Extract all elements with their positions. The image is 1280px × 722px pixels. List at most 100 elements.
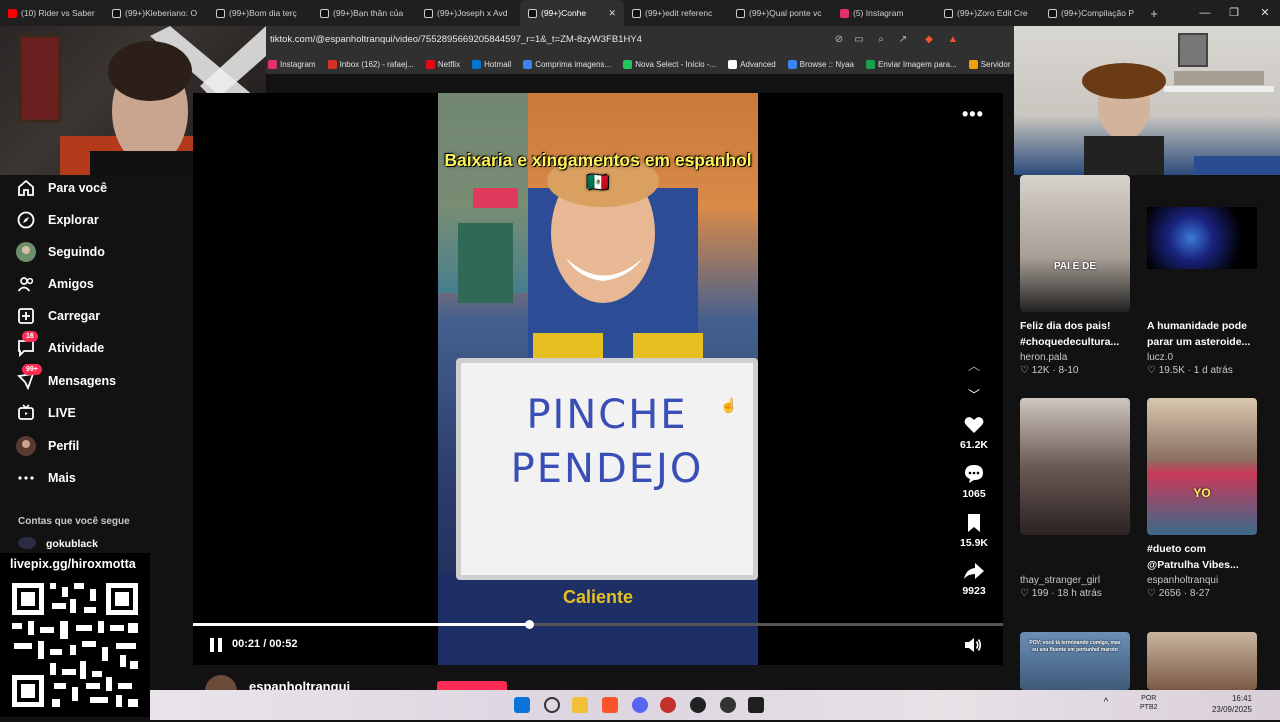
bookmark-item[interactable]: Nova Select - Início -... xyxy=(623,59,717,69)
sidebar-item-seguindo[interactable]: Seguindo xyxy=(16,240,105,264)
recommended-video[interactable]: POV: você tá terminando comigo, mas eu s… xyxy=(1020,632,1132,690)
chevron-up-icon[interactable]: ︿ xyxy=(965,357,983,375)
obs-icon[interactable] xyxy=(690,697,706,713)
post-date: 1 d atrás xyxy=(1193,365,1233,376)
windows-start-icon[interactable] xyxy=(514,697,530,713)
browser-tab[interactable]: (99+)Qual ponte vc xyxy=(728,0,832,26)
share-button[interactable]: 9923 xyxy=(950,560,998,597)
zoom-icon[interactable]: ⌕ xyxy=(874,33,888,47)
volume-icon[interactable] xyxy=(964,637,982,653)
brave-rewards-icon[interactable]: ▲ xyxy=(946,33,960,47)
bookmark-item[interactable]: Servidor xyxy=(968,59,1011,69)
video-thumbnail[interactable] xyxy=(1147,175,1257,312)
video-stats: ♡ 199 · 18 h atrás xyxy=(1020,588,1132,599)
video-author[interactable]: espanholtranqui xyxy=(1147,575,1259,586)
system-clock[interactable]: 16:41 23/09/2025 xyxy=(1206,693,1252,715)
recommended-video[interactable]: A humanidade pode parar um asteroide... l… xyxy=(1147,175,1259,376)
video-title[interactable]: #dueto com @Patrulha Vibes... xyxy=(1147,541,1259,573)
keyboard-language[interactable]: POR PTB2 xyxy=(1140,694,1158,712)
picture-in-picture-icon[interactable]: ▭ xyxy=(852,33,866,47)
app-icon[interactable] xyxy=(720,697,736,713)
clock-time: 16:41 xyxy=(1231,694,1252,703)
browser-tab[interactable]: (99+)Bom dia terç xyxy=(208,0,312,26)
recommended-video[interactable]: thay_stranger_girl ♡ 199 · 18 h atrás xyxy=(1020,398,1132,599)
address-bar[interactable]: tiktok.com/@espanholtranqui/video/755289… xyxy=(266,26,1014,54)
terminal-icon[interactable] xyxy=(748,697,764,713)
recommended-video[interactable]: PAI É DE Feliz dia dos pais! #choquedecul… xyxy=(1020,175,1132,376)
bookmark-item[interactable]: Netflix xyxy=(425,59,460,69)
following-account-name[interactable]: gokublack xyxy=(46,538,98,550)
sidebar-item-explorar[interactable]: Explorar xyxy=(16,208,99,232)
discord-icon[interactable] xyxy=(632,697,648,713)
bookmark-label: Nova Select - Início -... xyxy=(635,59,717,69)
no-cast-icon[interactable]: ⊘ xyxy=(832,33,846,47)
sidebar-item-amigos[interactable]: Amigos xyxy=(16,272,94,296)
bookmark-item[interactable]: Advanced xyxy=(728,59,776,69)
video-title[interactable]: A humanidade pode parar um asteroide... xyxy=(1147,318,1259,350)
progress-bar[interactable] xyxy=(193,620,1003,629)
browser-tab[interactable]: (99+)Kleberiano: O xyxy=(104,0,208,26)
pause-icon[interactable] xyxy=(208,637,224,653)
save-button[interactable]: 15.9K xyxy=(950,512,998,549)
bookmark-item[interactable]: Inbox (162) - rafaej... xyxy=(327,59,414,69)
sidebar-item-perfil[interactable]: Perfil xyxy=(16,434,79,458)
comment-button[interactable]: 1065 xyxy=(950,463,998,500)
tray-chevron-icon[interactable]: ^ xyxy=(1098,697,1114,713)
minimize-icon[interactable]: — xyxy=(1190,0,1220,26)
new-tab-button[interactable]: + xyxy=(1144,6,1164,21)
bookmark-item[interactable]: Browse :: Nyaa xyxy=(787,59,854,69)
browser-tab[interactable]: (5) Instagram xyxy=(832,0,936,26)
sidebar-item-atividade[interactable]: 16 Atividade xyxy=(16,331,104,360)
bookmark-item[interactable]: Hotmail xyxy=(472,59,512,69)
video-thumbnail[interactable]: YO xyxy=(1147,398,1257,535)
video-thumbnail[interactable] xyxy=(1020,398,1130,535)
bookmark-item[interactable]: Instagram xyxy=(268,59,316,69)
following-account-avatar[interactable] xyxy=(18,537,36,549)
video-author[interactable]: thay_stranger_girl xyxy=(1020,575,1132,586)
share-page-icon[interactable]: ↗ xyxy=(896,33,910,47)
sidebar-item-carregar[interactable]: Carregar xyxy=(16,304,100,328)
browser-tab[interactable]: (10) Rider vs Saber xyxy=(0,0,104,26)
maximize-icon[interactable]: ❐ xyxy=(1219,0,1249,26)
chevron-down-icon[interactable]: ﹀ xyxy=(965,386,983,404)
brave-browser-icon[interactable] xyxy=(602,697,618,713)
video-author[interactable]: lucz.0 xyxy=(1147,352,1259,363)
video-thumbnail[interactable] xyxy=(1147,632,1257,690)
notification-badge: 99+ xyxy=(22,364,42,375)
tab-close-icon[interactable]: ✕ xyxy=(608,8,616,19)
sidebar-item-mensagens[interactable]: 99+ Mensagens xyxy=(16,364,116,393)
video-title[interactable] xyxy=(1020,541,1132,573)
bookmark-label: Hotmail xyxy=(484,59,512,69)
video-title[interactable]: Feliz dia dos pais! #choquedecultura... xyxy=(1020,318,1132,350)
like-button[interactable]: 61.2K xyxy=(950,414,998,451)
media-player-icon[interactable] xyxy=(660,697,676,713)
recommended-video[interactable] xyxy=(1147,632,1259,690)
video-player[interactable]: Caliente Baixaria e xingamentos em espan… xyxy=(438,93,758,665)
bookmark-item[interactable]: Enviar Imagem para... xyxy=(866,59,957,69)
recommended-video[interactable]: YO #dueto com @Patrulha Vibes... espanholt… xyxy=(1147,398,1259,599)
video-author[interactable]: heron.pala xyxy=(1020,352,1132,363)
bookmark-item[interactable]: Comprima imagens... xyxy=(523,59,611,69)
brave-shield-icon[interactable]: ◆ xyxy=(922,33,936,47)
browser-tab[interactable]: (99+)Bạn thân của xyxy=(312,0,416,26)
sidebar-item-mais[interactable]: Mais xyxy=(16,466,76,490)
browser-tab[interactable]: (99+)Conhe ✕ xyxy=(520,0,624,26)
tab-label: (99+)edit referenc xyxy=(645,8,713,18)
bookmark-favicon-icon xyxy=(523,59,533,69)
browser-tab[interactable]: (99+)edit referenc xyxy=(624,0,728,26)
file-explorer-icon[interactable] xyxy=(572,697,588,713)
browser-tab[interactable]: (99+)Zoro Edit Cre xyxy=(936,0,1040,26)
video-thumbnail[interactable]: PAI É DE xyxy=(1020,175,1130,312)
sidebar-item-para-voce[interactable]: Para você xyxy=(16,176,107,200)
qr-overlay xyxy=(0,553,150,717)
url-text[interactable]: tiktok.com/@espanholtranqui/video/755289… xyxy=(270,26,642,54)
bookmark-label: Browse :: Nyaa xyxy=(799,59,854,69)
search-icon[interactable] xyxy=(544,697,560,713)
video-thumbnail[interactable]: POV: você tá terminando comigo, mas eu s… xyxy=(1020,632,1130,690)
browser-tab[interactable]: (99+)Compilação P xyxy=(1040,0,1144,26)
more-options-icon[interactable]: ••• xyxy=(962,104,984,125)
browser-tab[interactable]: (99+)Joseph x Avd xyxy=(416,0,520,26)
sidebar-item-live[interactable]: LIVE xyxy=(16,401,76,425)
close-window-icon[interactable]: ✕ xyxy=(1250,0,1280,26)
comment-icon xyxy=(950,463,998,485)
